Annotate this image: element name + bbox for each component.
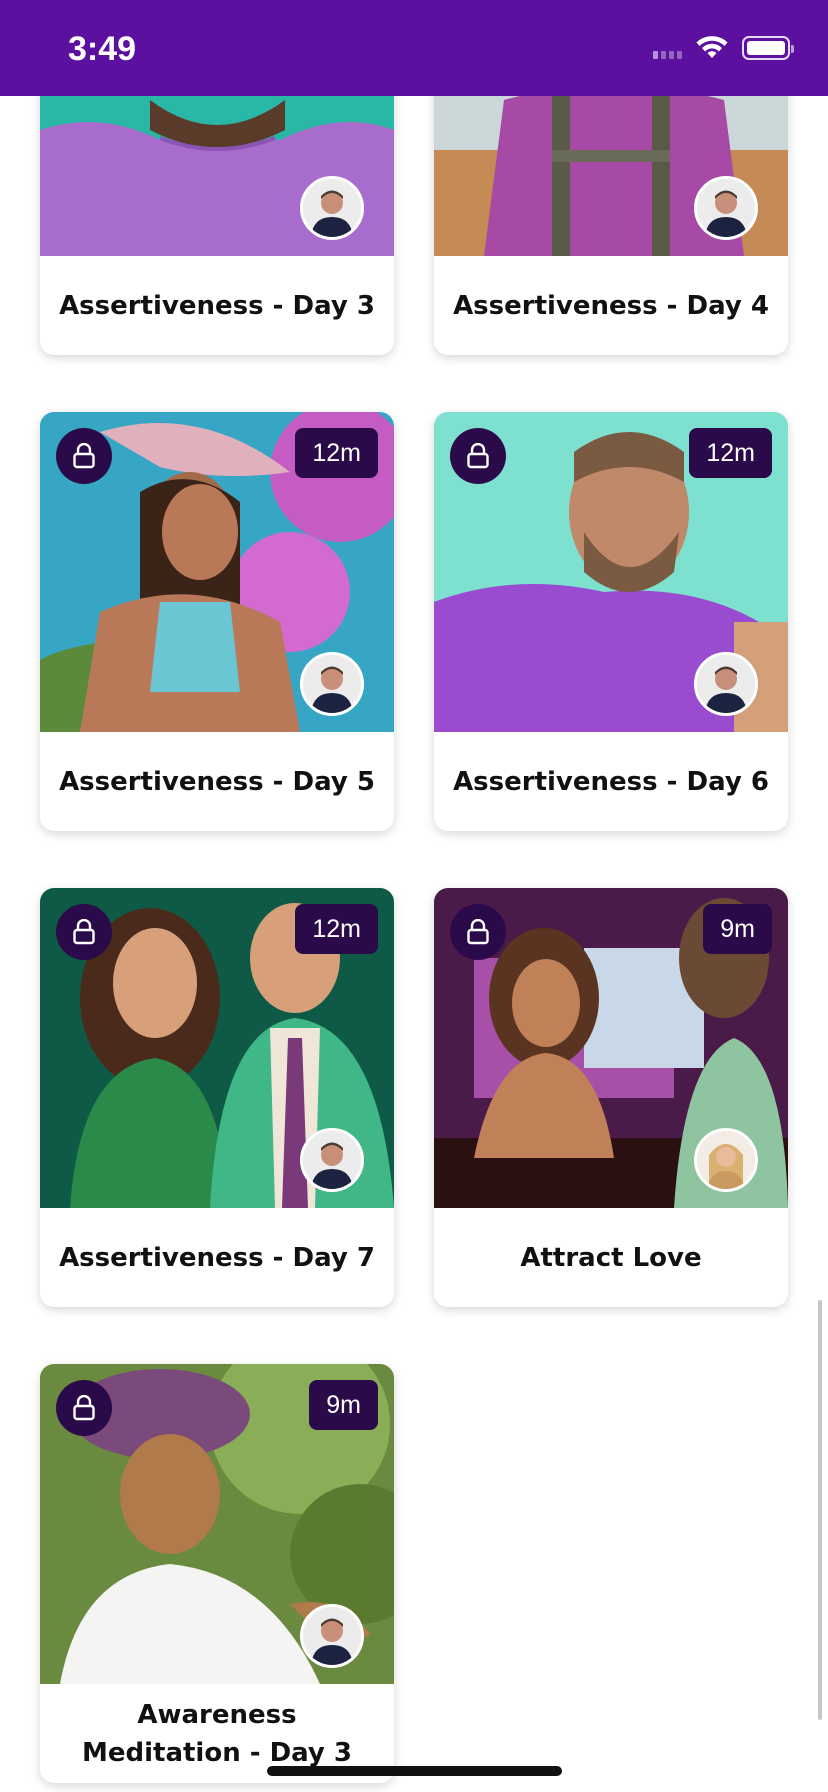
host-avatar	[694, 1128, 758, 1192]
lock-icon	[56, 904, 112, 960]
wifi-icon	[696, 36, 728, 58]
lock-icon	[56, 1380, 112, 1436]
host-avatar	[694, 176, 758, 240]
session-title: Assertiveness - Day 5	[59, 766, 375, 797]
session-card[interactable]: 12m Assertiveness - Day 5	[40, 412, 394, 831]
home-indicator[interactable]	[267, 1766, 562, 1776]
session-title: Assertiveness - Day 6	[453, 766, 769, 797]
lock-icon	[450, 904, 506, 960]
status-time: 3:49	[68, 30, 137, 68]
duration-badge: 12m	[295, 428, 378, 478]
duration-badge: 9m	[703, 904, 772, 954]
host-avatar	[300, 1128, 364, 1192]
session-card[interactable]: 12m Assertiveness - Day 6	[434, 412, 788, 831]
lock-icon	[56, 428, 112, 484]
host-avatar	[694, 652, 758, 716]
signal-icon	[653, 37, 682, 59]
battery-icon	[742, 36, 794, 60]
duration-badge: 9m	[309, 1380, 378, 1430]
session-card[interactable]: 9m Awareness Meditation - Day 3	[40, 1364, 394, 1783]
session-title: Attract Love	[520, 1242, 702, 1273]
duration-badge: 12m	[689, 428, 772, 478]
host-avatar	[300, 652, 364, 716]
session-card[interactable]: 9m Attract Love	[434, 888, 788, 1307]
session-title: Assertiveness - Day 7	[59, 1242, 375, 1273]
scrollbar[interactable]	[818, 1300, 822, 1720]
host-avatar	[300, 176, 364, 240]
host-avatar	[300, 1604, 364, 1668]
session-title: Assertiveness - Day 3	[59, 290, 375, 321]
status-icons	[653, 34, 794, 62]
status-bar: 3:49	[0, 0, 828, 96]
session-card[interactable]: 12m Assertiveness - Day 7	[40, 888, 394, 1307]
session-title: Assertiveness - Day 4	[453, 290, 769, 321]
duration-badge: 12m	[295, 904, 378, 954]
lock-icon	[450, 428, 506, 484]
